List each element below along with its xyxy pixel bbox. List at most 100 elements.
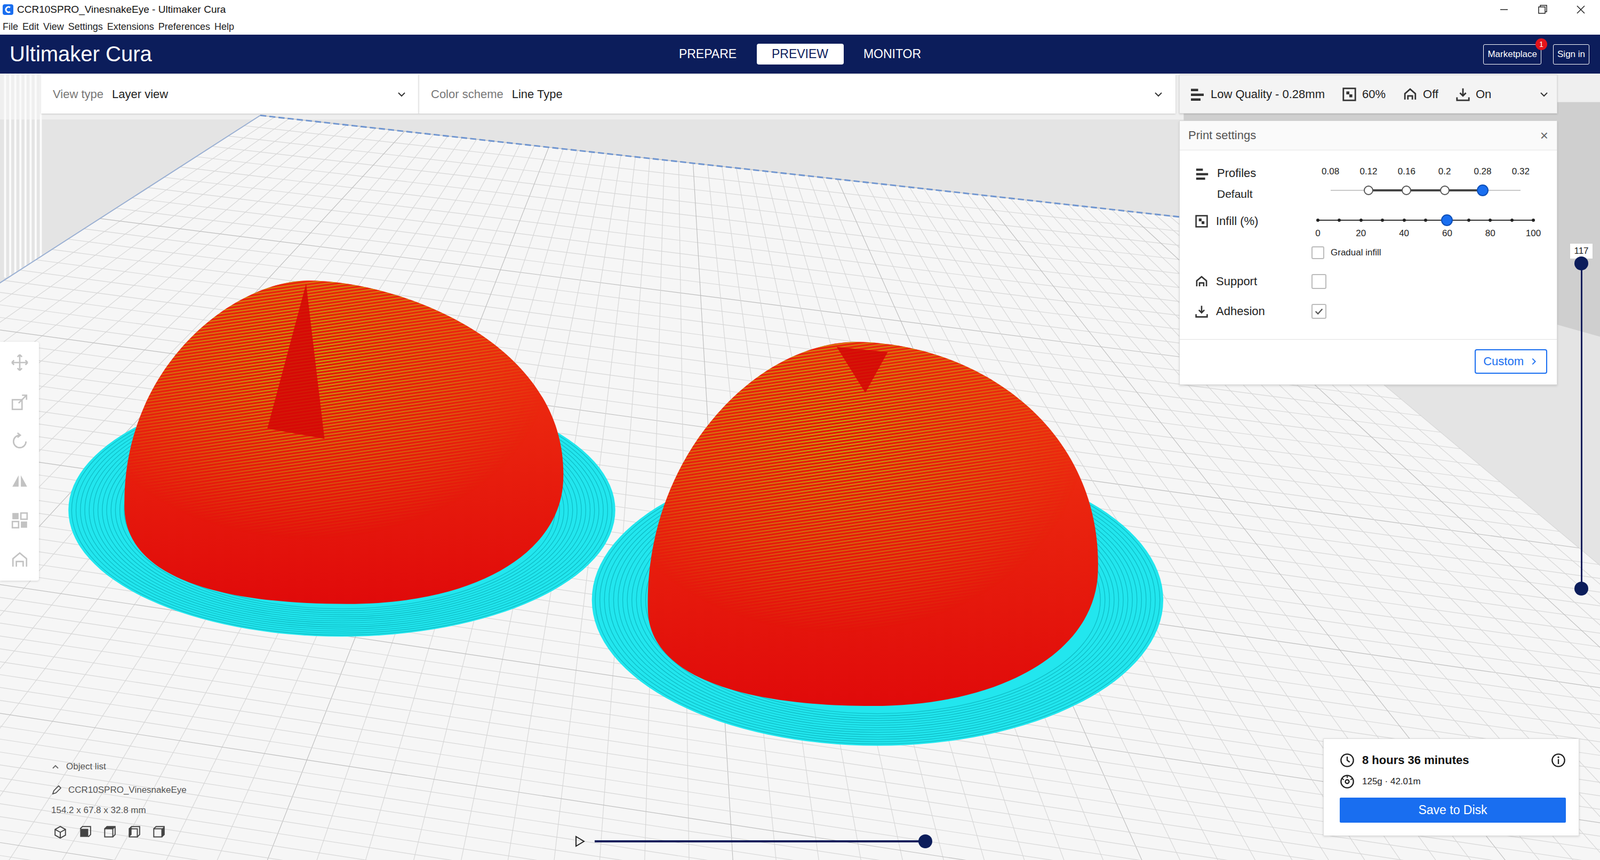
- menu-item[interactable]: View: [41, 21, 66, 33]
- support-checkbox[interactable]: [1311, 274, 1327, 290]
- 3d-view-icon[interactable]: [53, 825, 68, 840]
- filament-spool-icon: [1339, 774, 1355, 790]
- stage-tabs: PREPARE PREVIEW MONITOR: [664, 43, 936, 65]
- right-view-icon[interactable]: [151, 825, 166, 840]
- marketplace-label[interactable]: Marketplace: [1487, 49, 1538, 60]
- top-view-icon[interactable]: [102, 825, 117, 840]
- tab-label[interactable]: MONITOR: [863, 46, 922, 61]
- menu-item[interactable]: Preferences: [156, 21, 212, 33]
- layer-height-label: 0.2: [1425, 166, 1464, 178]
- layer-slider: 117: [1568, 243, 1595, 589]
- menu-item[interactable]: Extensions: [105, 21, 156, 33]
- layer-height-label: 0.12: [1349, 166, 1388, 178]
- object-list-label[interactable]: Object list: [66, 761, 107, 773]
- sign-in-button[interactable]: Sign in: [1553, 44, 1590, 65]
- stage-tab[interactable]: MONITOR: [849, 43, 936, 65]
- minimize-icon[interactable]: [1484, 0, 1524, 20]
- print-time: 8 hours 36 minutes: [1362, 753, 1470, 768]
- object-name[interactable]: CCR10SPRO_VinesnakeEye: [68, 785, 187, 796]
- mirror-tool-icon[interactable]: [10, 472, 29, 491]
- adhesion-checkbox[interactable]: [1311, 304, 1327, 319]
- support-icon: [1402, 86, 1418, 102]
- menu-item[interactable]: Settings: [66, 21, 105, 33]
- view-type-value[interactable]: Layer view: [112, 87, 168, 102]
- simulation-bar: [573, 834, 926, 850]
- rotate-tool-icon[interactable]: [10, 432, 29, 451]
- support-summary: Off: [1422, 87, 1439, 102]
- object-list: Object list CCR10SPRO_VinesnakeEye 154.2 x…: [51, 761, 187, 840]
- adhesion-label: Adhesion: [1216, 304, 1266, 319]
- view-type-dropdown[interactable]: View typeLayer view: [41, 74, 419, 114]
- object-dimensions: 154.2 x 67.8 x 32.8 mm: [51, 805, 187, 816]
- close-button[interactable]: ×: [1540, 127, 1549, 144]
- print-setup-summary[interactable]: Low Quality - 0.28mm60%OffOn: [1179, 74, 1558, 114]
- color-scheme-dropdown[interactable]: Color schemeLine Type: [418, 74, 1176, 114]
- custom-button[interactable]: Custom: [1474, 349, 1548, 374]
- slider-node[interactable]: [1401, 185, 1412, 196]
- lower-handle[interactable]: [1574, 581, 1589, 596]
- slider-handle[interactable]: [1441, 214, 1453, 227]
- pencil-icon[interactable]: [51, 785, 62, 796]
- per-model-settings-icon[interactable]: [10, 511, 29, 530]
- header: Ultimaker CuraPREPAREPREVIEWMONITORMarke…: [0, 34, 1600, 74]
- infill-icon: [1194, 214, 1209, 229]
- sign-in-label[interactable]: Sign in: [1557, 49, 1586, 60]
- material-usage: 125g · 42.01m: [1362, 776, 1421, 788]
- marketplace-button[interactable]: Marketplace1: [1483, 44, 1542, 65]
- stage-tab[interactable]: PREPARE: [664, 43, 752, 65]
- support-label: Support: [1216, 274, 1258, 289]
- layer-height-label: 0.08: [1311, 166, 1350, 178]
- menu-bar: FileEditViewSettingsExtensionsPreference…: [0, 19, 1600, 35]
- infill-summary: 60%: [1362, 87, 1386, 102]
- chevron-down-icon[interactable]: [1538, 89, 1550, 100]
- scale-tool-icon[interactable]: [10, 393, 29, 412]
- profile-name: Default: [1217, 187, 1256, 201]
- cura-app-icon: [2, 3, 14, 16]
- save-button[interactable]: Save to Disk: [1339, 797, 1566, 823]
- left-view-icon[interactable]: [126, 825, 141, 840]
- tool-bar: [0, 341, 39, 581]
- object-list-header[interactable]: Object list: [51, 761, 187, 773]
- layer-track[interactable]: [1574, 263, 1589, 589]
- sliced-model[interactable]: [648, 341, 1099, 707]
- profile-icon: [1194, 166, 1210, 182]
- chevron-right-icon[interactable]: [1529, 356, 1539, 367]
- custom-label[interactable]: Custom: [1483, 354, 1524, 369]
- move-tool-icon[interactable]: [10, 353, 29, 372]
- layer-height-slider[interactable]: [1311, 182, 1540, 199]
- chevron-icon[interactable]: [51, 762, 60, 772]
- infill-tick-label: 60: [1442, 228, 1453, 239]
- support-row: Support: [1194, 274, 1540, 290]
- chevron-down-icon[interactable]: [1153, 89, 1164, 100]
- slider-node[interactable]: [1476, 184, 1489, 197]
- front-view-icon[interactable]: [77, 825, 92, 840]
- upper-handle[interactable]: [1574, 256, 1589, 271]
- infill-icon: [1341, 86, 1357, 102]
- menu-item[interactable]: Help: [212, 21, 236, 33]
- sliced-model[interactable]: [124, 280, 564, 605]
- infill-slider[interactable]: [1317, 214, 1534, 227]
- window-title: CCR10SPRO_VinesnakeEye - Ultimaker Cura: [17, 3, 226, 16]
- close-icon[interactable]: [1561, 0, 1600, 20]
- support-blocker-icon[interactable]: [10, 550, 29, 570]
- tab-label[interactable]: PREVIEW: [771, 46, 829, 61]
- gradual-infill-checkbox[interactable]: [1311, 246, 1325, 260]
- menu-item[interactable]: File: [1, 21, 20, 33]
- simulation-slider[interactable]: [594, 834, 926, 850]
- slider-node[interactable]: [1440, 185, 1450, 196]
- menu-item[interactable]: Edit: [20, 21, 41, 33]
- play-icon[interactable]: [573, 835, 587, 848]
- stage-tab[interactable]: PREVIEW: [756, 43, 844, 65]
- tab-label[interactable]: PREPARE: [678, 46, 737, 61]
- color-scheme-value[interactable]: Line Type: [512, 87, 563, 102]
- info-icon[interactable]: [1550, 753, 1566, 768]
- chevron-down-icon[interactable]: [396, 89, 407, 100]
- slider-handle[interactable]: [918, 834, 933, 849]
- save-label[interactable]: Save to Disk: [1418, 803, 1487, 818]
- layer-height-label: 0.16: [1387, 166, 1426, 178]
- support-icon: [1194, 274, 1209, 289]
- print-settings-panel: Print settings×ProfilesDefault0.080.120.…: [1179, 120, 1558, 386]
- infill-tick-label: 80: [1485, 228, 1496, 239]
- slider-node[interactable]: [1363, 185, 1374, 196]
- restore-icon[interactable]: [1523, 0, 1562, 20]
